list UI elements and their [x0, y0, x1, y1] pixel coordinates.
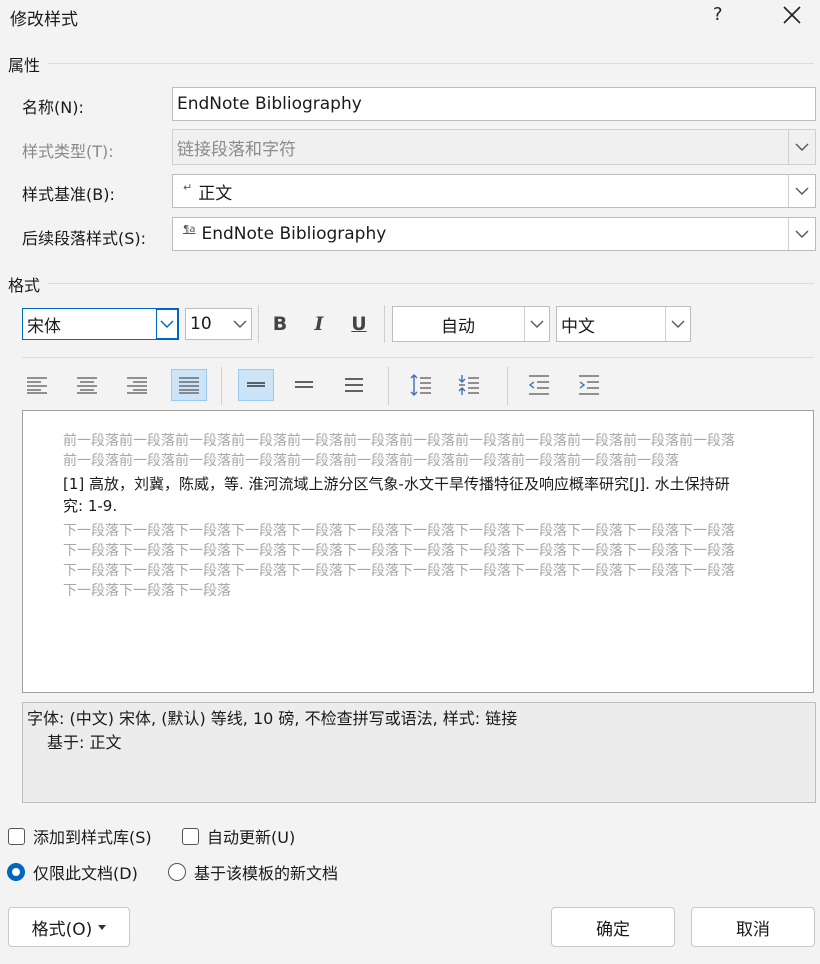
this-document-label: 仅限此文档(D)	[33, 864, 138, 883]
linked-style-icon: ¶a	[183, 223, 196, 235]
this-document-radio[interactable]: 仅限此文档(D)	[7, 860, 138, 884]
new-documents-label: 基于该模板的新文档	[194, 864, 339, 883]
close-button[interactable]	[779, 2, 805, 28]
single-spacing-icon	[247, 382, 265, 387]
bold-button[interactable]: B	[262, 308, 298, 340]
preview-previous-paragraph: 前一段落前一段落前一段落前一段落前一段落前一段落前一段落前一段落前一段落前一段落…	[63, 433, 735, 469]
font-size-value: 10	[190, 314, 212, 334]
align-left-icon	[27, 377, 47, 394]
increase-indent-button[interactable]	[571, 369, 607, 401]
one-half-spacing-icon	[295, 381, 313, 388]
italic-icon: I	[314, 313, 324, 335]
new-documents-radio[interactable]: 基于该模板的新文档	[168, 860, 338, 884]
italic-button[interactable]: I	[301, 308, 337, 340]
format-divider	[48, 283, 814, 284]
chevron-down-icon	[795, 187, 809, 195]
preview-sample-paragraph: [1] 高放，刘冀，陈威，等. 淮河流域上游分区气象-水文干旱传播特征及响应概率…	[63, 475, 730, 515]
chevron-down-icon	[233, 320, 247, 328]
single-spacing-button[interactable]	[238, 369, 274, 401]
description-line-2: 基于: 正文	[47, 733, 122, 752]
next-style-select[interactable]: ¶a EndNote Bibliography	[172, 217, 816, 251]
next-style-label: 后续段落样式(S):	[22, 229, 147, 248]
add-to-gallery-box[interactable]	[8, 827, 25, 845]
add-to-gallery-label: 添加到样式库(S)	[33, 828, 152, 847]
format-section-label: 格式	[8, 276, 41, 295]
caret-down-icon	[98, 924, 107, 930]
paragraph-mark-icon: ↵	[183, 180, 193, 194]
ok-button[interactable]: 确定	[551, 907, 675, 947]
decrease-indent-button[interactable]	[521, 369, 557, 401]
font-size-select[interactable]: 10	[185, 308, 252, 340]
auto-update-box[interactable]	[182, 827, 199, 845]
dialog-title: 修改样式	[10, 10, 78, 30]
chevron-down-icon	[160, 320, 174, 328]
description-line-1: 字体: (中文) 宋体, (默认) 等线, 10 磅, 不检查拼写或语法, 样式…	[27, 709, 518, 728]
auto-update-checkbox[interactable]: 自动更新(U)	[182, 824, 295, 848]
increase-spacing-icon	[410, 374, 431, 396]
chevron-down-icon	[530, 320, 544, 328]
close-icon	[783, 6, 801, 24]
name-label: 名称(N):	[22, 98, 84, 117]
auto-update-label: 自动更新(U)	[207, 828, 296, 847]
name-input[interactable]: EndNote Bibliography	[172, 87, 816, 121]
format-menu-button[interactable]: 格式(O)	[8, 907, 130, 947]
help-button[interactable]: ?	[713, 4, 723, 25]
underline-button[interactable]: U	[341, 308, 377, 340]
align-center-icon	[77, 377, 97, 394]
next-style-value: EndNote Bibliography	[201, 224, 387, 244]
preview-next-paragraph: 下一段落下一段落下一段落下一段落下一段落下一段落下一段落下一段落下一段落下一段落…	[63, 523, 735, 599]
based-on-select[interactable]: ↵ 正文	[172, 174, 816, 208]
cancel-button[interactable]: 取消	[691, 907, 815, 947]
increase-indent-icon	[579, 375, 599, 395]
chevron-down-icon	[795, 143, 809, 151]
style-preview: 前一段落前一段落前一段落前一段落前一段落前一段落前一段落前一段落前一段落前一段落…	[22, 410, 814, 693]
ok-label: 确定	[596, 919, 630, 940]
style-type-label: 样式类型(T):	[22, 142, 114, 161]
script-value: 中文	[561, 316, 595, 337]
align-right-button[interactable]	[119, 369, 155, 401]
based-on-label: 样式基准(B):	[22, 185, 115, 204]
format-menu-label: 格式(O)	[31, 919, 93, 940]
decrease-indent-icon	[528, 375, 549, 395]
decrease-paragraph-spacing-button[interactable]	[451, 369, 487, 401]
decrease-spacing-icon	[458, 375, 479, 395]
this-document-radio-dot[interactable]	[7, 863, 25, 881]
name-value: EndNote Bibliography	[177, 94, 362, 114]
properties-divider	[48, 63, 814, 64]
underline-icon: U	[351, 313, 367, 335]
font-name-value: 宋体	[27, 316, 61, 337]
style-description: 字体: (中文) 宋体, (默认) 等线, 10 磅, 不检查拼写或语法, 样式…	[22, 702, 816, 803]
style-type-value: 链接段落和字符	[177, 139, 296, 160]
justify-button[interactable]	[171, 369, 207, 401]
align-left-button[interactable]	[19, 369, 55, 401]
align-center-button[interactable]	[69, 369, 105, 401]
add-to-gallery-checkbox[interactable]: 添加到样式库(S)	[8, 824, 152, 848]
font-name-select[interactable]: 宋体	[22, 308, 179, 340]
double-spacing-button[interactable]	[336, 369, 372, 401]
style-type-select[interactable]: 链接段落和字符	[172, 129, 816, 165]
font-color-value: 自动	[441, 316, 475, 337]
cancel-label: 取消	[736, 919, 770, 940]
chevron-down-icon	[795, 230, 809, 238]
font-color-select[interactable]: 自动	[392, 306, 550, 342]
new-documents-radio-dot[interactable]	[168, 863, 186, 881]
increase-paragraph-spacing-button[interactable]	[403, 369, 439, 401]
chevron-down-icon	[671, 320, 685, 328]
double-spacing-icon	[345, 378, 363, 392]
properties-section-label: 属性	[8, 56, 41, 75]
based-on-value: 正文	[198, 183, 233, 204]
bold-icon: B	[272, 313, 288, 335]
one-half-spacing-button[interactable]	[286, 369, 322, 401]
script-select[interactable]: 中文	[556, 306, 691, 342]
align-right-icon	[127, 377, 147, 394]
justify-icon	[179, 377, 199, 394]
